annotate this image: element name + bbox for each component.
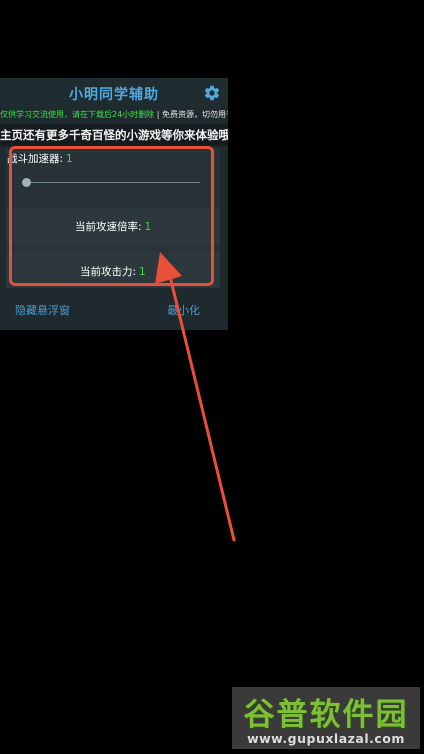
annotation-arrow [155, 252, 236, 542]
watermark-url: www.gupuxlazal.com [247, 731, 405, 746]
site-watermark: 谷普软件园 www.gupuxlazal.com [232, 687, 420, 749]
watermark-logo-text: 谷普软件园 [243, 697, 409, 733]
